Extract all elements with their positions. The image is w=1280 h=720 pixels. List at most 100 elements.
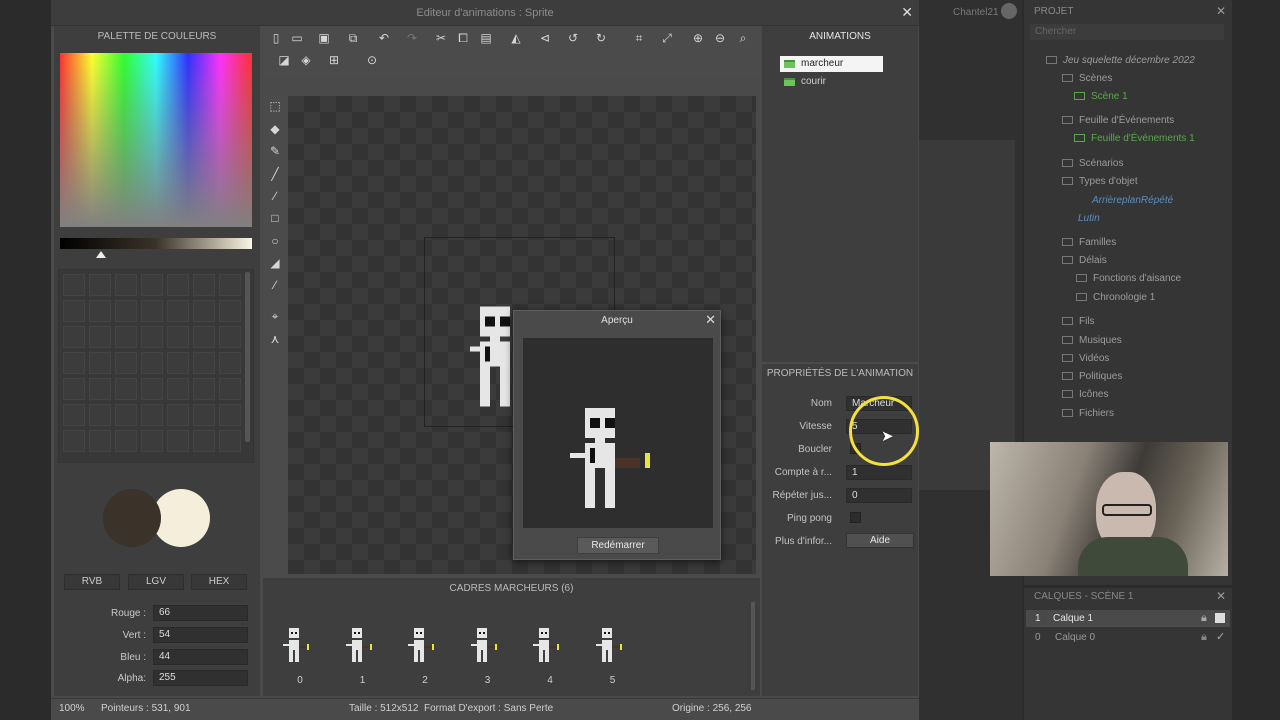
zoom-out-icon[interactable]: ⊖ [712, 30, 728, 46]
swatch-cell[interactable] [219, 274, 241, 296]
check-icon[interactable]: ✓ [1216, 630, 1225, 643]
swatch-cell[interactable] [219, 404, 241, 426]
eraser-icon[interactable]: ◆ [267, 121, 283, 137]
swatch-cell[interactable] [115, 326, 137, 348]
swatch-cell[interactable] [167, 430, 189, 452]
crop-icon[interactable]: ⌗ [631, 30, 647, 46]
swatch-cell[interactable] [115, 300, 137, 322]
swatch-cell[interactable] [115, 430, 137, 452]
mode-hex-button[interactable]: HEX [191, 574, 247, 590]
project-tree-item[interactable]: Vidéos [1062, 353, 1109, 364]
layer-row-1[interactable]: 1 Calque 1 🔒︎ [1026, 610, 1230, 627]
save-icon[interactable]: ▣ [316, 30, 332, 46]
swatch-cell[interactable] [115, 404, 137, 426]
frame-thumbnail[interactable] [470, 628, 505, 664]
close-icon[interactable]: ✕ [901, 4, 913, 21]
frame-thumbnail[interactable] [345, 628, 380, 664]
resize-icon[interactable]: ⤢ [659, 30, 675, 46]
project-tree-item[interactable]: Types d'objet [1062, 176, 1138, 187]
grid-icon[interactable]: ⊞ [326, 52, 342, 68]
red-field[interactable]: 66 [153, 605, 248, 621]
swatch-cell[interactable] [63, 404, 85, 426]
swatch-cell[interactable] [63, 378, 85, 400]
mode-lgv-button[interactable]: LGV [128, 574, 184, 590]
project-tree-item[interactable]: Délais [1062, 255, 1107, 266]
project-tree-item[interactable]: Familles [1062, 237, 1116, 248]
mode-rvb-button[interactable]: RVB [64, 574, 120, 590]
swatch-cell[interactable] [141, 404, 163, 426]
redo-icon[interactable]: ↷ [404, 30, 420, 46]
frame-thumbnail[interactable] [595, 628, 630, 664]
cut-icon[interactable]: ✂ [433, 30, 449, 46]
green-field[interactable]: 54 [153, 627, 248, 643]
project-tree-item[interactable]: Scènes [1062, 73, 1112, 84]
visible-checkbox[interactable] [1215, 613, 1225, 623]
swatch-cell[interactable] [167, 378, 189, 400]
swatch-cell[interactable] [89, 274, 111, 296]
project-tree-item[interactable]: Fonctions d'aisance [1076, 273, 1181, 284]
swatch-cell[interactable] [63, 326, 85, 348]
swatch-cell[interactable] [141, 352, 163, 374]
layers-close-icon[interactable]: ✕ [1216, 589, 1226, 603]
swatch-cell[interactable] [193, 430, 215, 452]
pencil-icon[interactable]: ✎ [267, 143, 283, 159]
ellipse-icon[interactable]: ○ [267, 233, 283, 249]
brightness-slider[interactable] [60, 238, 252, 249]
swatch-cell[interactable] [115, 378, 137, 400]
project-tree-item[interactable]: Musiques [1062, 335, 1122, 346]
project-tree-item[interactable]: Jeu squelette décembre 2022 [1046, 55, 1195, 66]
flip-horizontal-icon[interactable]: ◭ [508, 30, 524, 46]
swatch-cell[interactable] [89, 404, 111, 426]
swatch-cell[interactable] [219, 300, 241, 322]
swatch-cell[interactable] [115, 352, 137, 374]
swatch-cell[interactable] [63, 352, 85, 374]
project-tree-item[interactable]: Feuille d'Événements 1 [1074, 133, 1195, 144]
project-tree-item[interactable]: Scénarios [1062, 158, 1123, 169]
swatch-cell[interactable] [219, 352, 241, 374]
repeat-to-field[interactable]: 0 [846, 488, 912, 503]
swatch-cell[interactable] [193, 352, 215, 374]
swatch-cell[interactable] [63, 274, 85, 296]
onion-skin-icon[interactable]: ◪ [276, 52, 292, 68]
swatch-cell[interactable] [167, 300, 189, 322]
swatch-cell[interactable] [167, 352, 189, 374]
fill-icon[interactable]: ◢ [267, 255, 283, 271]
swatch-cell[interactable] [141, 274, 163, 296]
project-tree-item[interactable]: Lutin [1078, 213, 1100, 224]
swatch-scrollbar[interactable] [245, 272, 250, 442]
blue-field[interactable]: 44 [153, 649, 248, 665]
ping-pong-checkbox[interactable] [850, 512, 861, 523]
origin-icon[interactable]: ⌖ [267, 308, 283, 324]
swatch-cell[interactable] [193, 300, 215, 322]
swatch-cell[interactable] [219, 326, 241, 348]
rotate-left-icon[interactable]: ↺ [565, 30, 581, 46]
swatch-cell[interactable] [89, 300, 111, 322]
flip-vertical-icon[interactable]: ⊲ [537, 30, 553, 46]
swatch-cell[interactable] [219, 430, 241, 452]
paste-icon[interactable]: ▤ [478, 30, 494, 46]
project-tree-item[interactable]: Chronologie 1 [1076, 292, 1155, 303]
frame-thumbnail[interactable] [533, 628, 567, 664]
swatch-cell[interactable] [193, 378, 215, 400]
swatch-cell[interactable] [141, 378, 163, 400]
swatch-cell[interactable] [193, 404, 215, 426]
line-icon[interactable]: ∕ [267, 188, 283, 204]
swatch-cell[interactable] [115, 274, 137, 296]
restart-button[interactable]: Redémarrer [577, 537, 659, 554]
image-point-icon[interactable]: ⋏ [267, 331, 283, 347]
avatar[interactable] [1001, 3, 1017, 19]
export-icon[interactable]: ⧉ [345, 30, 361, 46]
project-tree-item[interactable]: Politiques [1062, 371, 1122, 382]
copy-icon[interactable]: ⧠ [455, 30, 471, 46]
swatch-cell[interactable] [167, 326, 189, 348]
swatch-cell[interactable] [141, 300, 163, 322]
frame-thumbnail[interactable] [283, 628, 317, 664]
swatch-cell[interactable] [89, 430, 111, 452]
project-search-input[interactable]: Chercher [1030, 24, 1224, 40]
swatch-cell[interactable] [63, 430, 85, 452]
color-spectrum[interactable] [60, 53, 252, 227]
project-tree-item[interactable]: Feuille d'Événements [1062, 115, 1174, 126]
project-tree-item[interactable]: Fils [1062, 316, 1095, 327]
swatch-cell[interactable] [89, 378, 111, 400]
brightness-slider-handle[interactable] [96, 251, 106, 258]
